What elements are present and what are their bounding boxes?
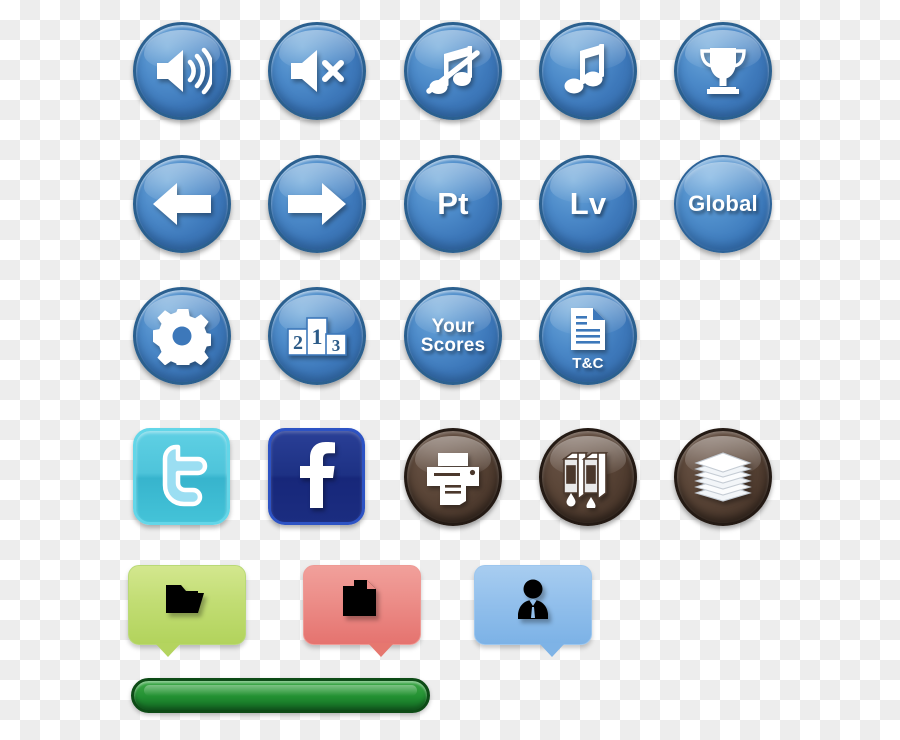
sound-off-button[interactable]: [268, 22, 366, 120]
icon-sheet: Pt Lv Global 2 1 3 Your Scores T&C: [0, 0, 900, 740]
bubble-tail: [539, 643, 565, 657]
facebook-f-icon: [295, 440, 339, 513]
points-label: Pt: [437, 186, 469, 222]
arrow-right-icon: [271, 158, 363, 250]
podium-left-number: 2: [293, 332, 303, 354]
leaderboard-button[interactable]: 2 1 3: [268, 287, 366, 385]
twitter-bird-t-icon: [151, 441, 213, 512]
printer-icon: [407, 431, 499, 523]
documents-icon: [341, 578, 383, 627]
trophy-button[interactable]: [674, 22, 772, 120]
global-button[interactable]: Global: [674, 155, 772, 253]
folder-bubble[interactable]: [128, 565, 246, 657]
gear-icon: [136, 290, 228, 382]
your-scores-label: Your Scores: [420, 315, 486, 356]
sound-on-button[interactable]: [133, 22, 231, 120]
music-note-icon: [542, 25, 634, 117]
paper-stack-icon: [677, 431, 769, 523]
arrow-left-icon: [136, 158, 228, 250]
music-on-button[interactable]: [539, 22, 637, 120]
document-icon: [567, 306, 609, 357]
bubble-tail: [155, 643, 181, 657]
level-button[interactable]: Lv: [539, 155, 637, 253]
podium-right-number: 3: [332, 336, 341, 355]
level-label: Lv: [569, 186, 607, 222]
green-bar[interactable]: [131, 678, 430, 713]
user-tie-icon: [513, 579, 553, 626]
terms-label: T&C: [572, 355, 604, 373]
back-button[interactable]: [133, 155, 231, 253]
trophy-icon: [677, 25, 769, 117]
your-scores-line1: Your: [431, 315, 475, 337]
documents-bubble[interactable]: [303, 565, 421, 657]
folder-icon: [164, 581, 210, 624]
global-label: Global: [688, 190, 758, 216]
speaker-on-icon: [136, 25, 228, 117]
print-button[interactable]: [404, 428, 502, 526]
ink-cartridge-icon: [542, 431, 634, 523]
your-scores-button[interactable]: Your Scores: [404, 287, 502, 385]
bubble-tail: [368, 643, 394, 657]
user-bubble[interactable]: [474, 565, 592, 657]
points-button[interactable]: Pt: [404, 155, 502, 253]
ink-button[interactable]: [539, 428, 637, 526]
settings-button[interactable]: [133, 287, 231, 385]
paper-button[interactable]: [674, 428, 772, 526]
twitter-button[interactable]: [133, 428, 230, 525]
podium-center-number: 1: [312, 324, 323, 349]
speaker-mute-icon: [271, 25, 363, 117]
your-scores-line2: Scores: [420, 335, 486, 356]
podium-icon: 2 1 3: [271, 290, 363, 382]
terms-conditions-button[interactable]: T&C: [539, 287, 637, 385]
facebook-button[interactable]: [268, 428, 365, 525]
forward-button[interactable]: [268, 155, 366, 253]
music-note-slashed-icon: [407, 25, 499, 117]
music-off-button[interactable]: [404, 22, 502, 120]
